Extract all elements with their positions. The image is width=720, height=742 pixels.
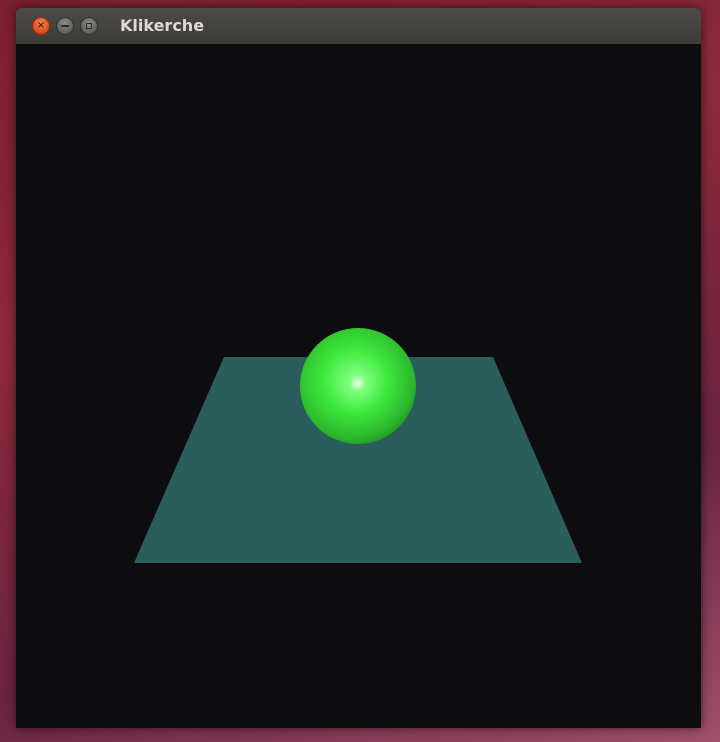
maximize-button[interactable]	[80, 17, 98, 35]
app-window: × Klikerche	[16, 8, 701, 728]
maximize-icon	[86, 23, 92, 29]
green-sphere	[300, 328, 416, 444]
minimize-icon	[61, 25, 69, 27]
render-canvas[interactable]	[16, 44, 701, 728]
title-bar[interactable]: × Klikerche	[16, 8, 701, 45]
window-title: Klikerche	[120, 16, 205, 35]
minimize-button[interactable]	[56, 17, 74, 35]
close-button[interactable]: ×	[32, 17, 50, 35]
close-icon: ×	[36, 20, 46, 31]
